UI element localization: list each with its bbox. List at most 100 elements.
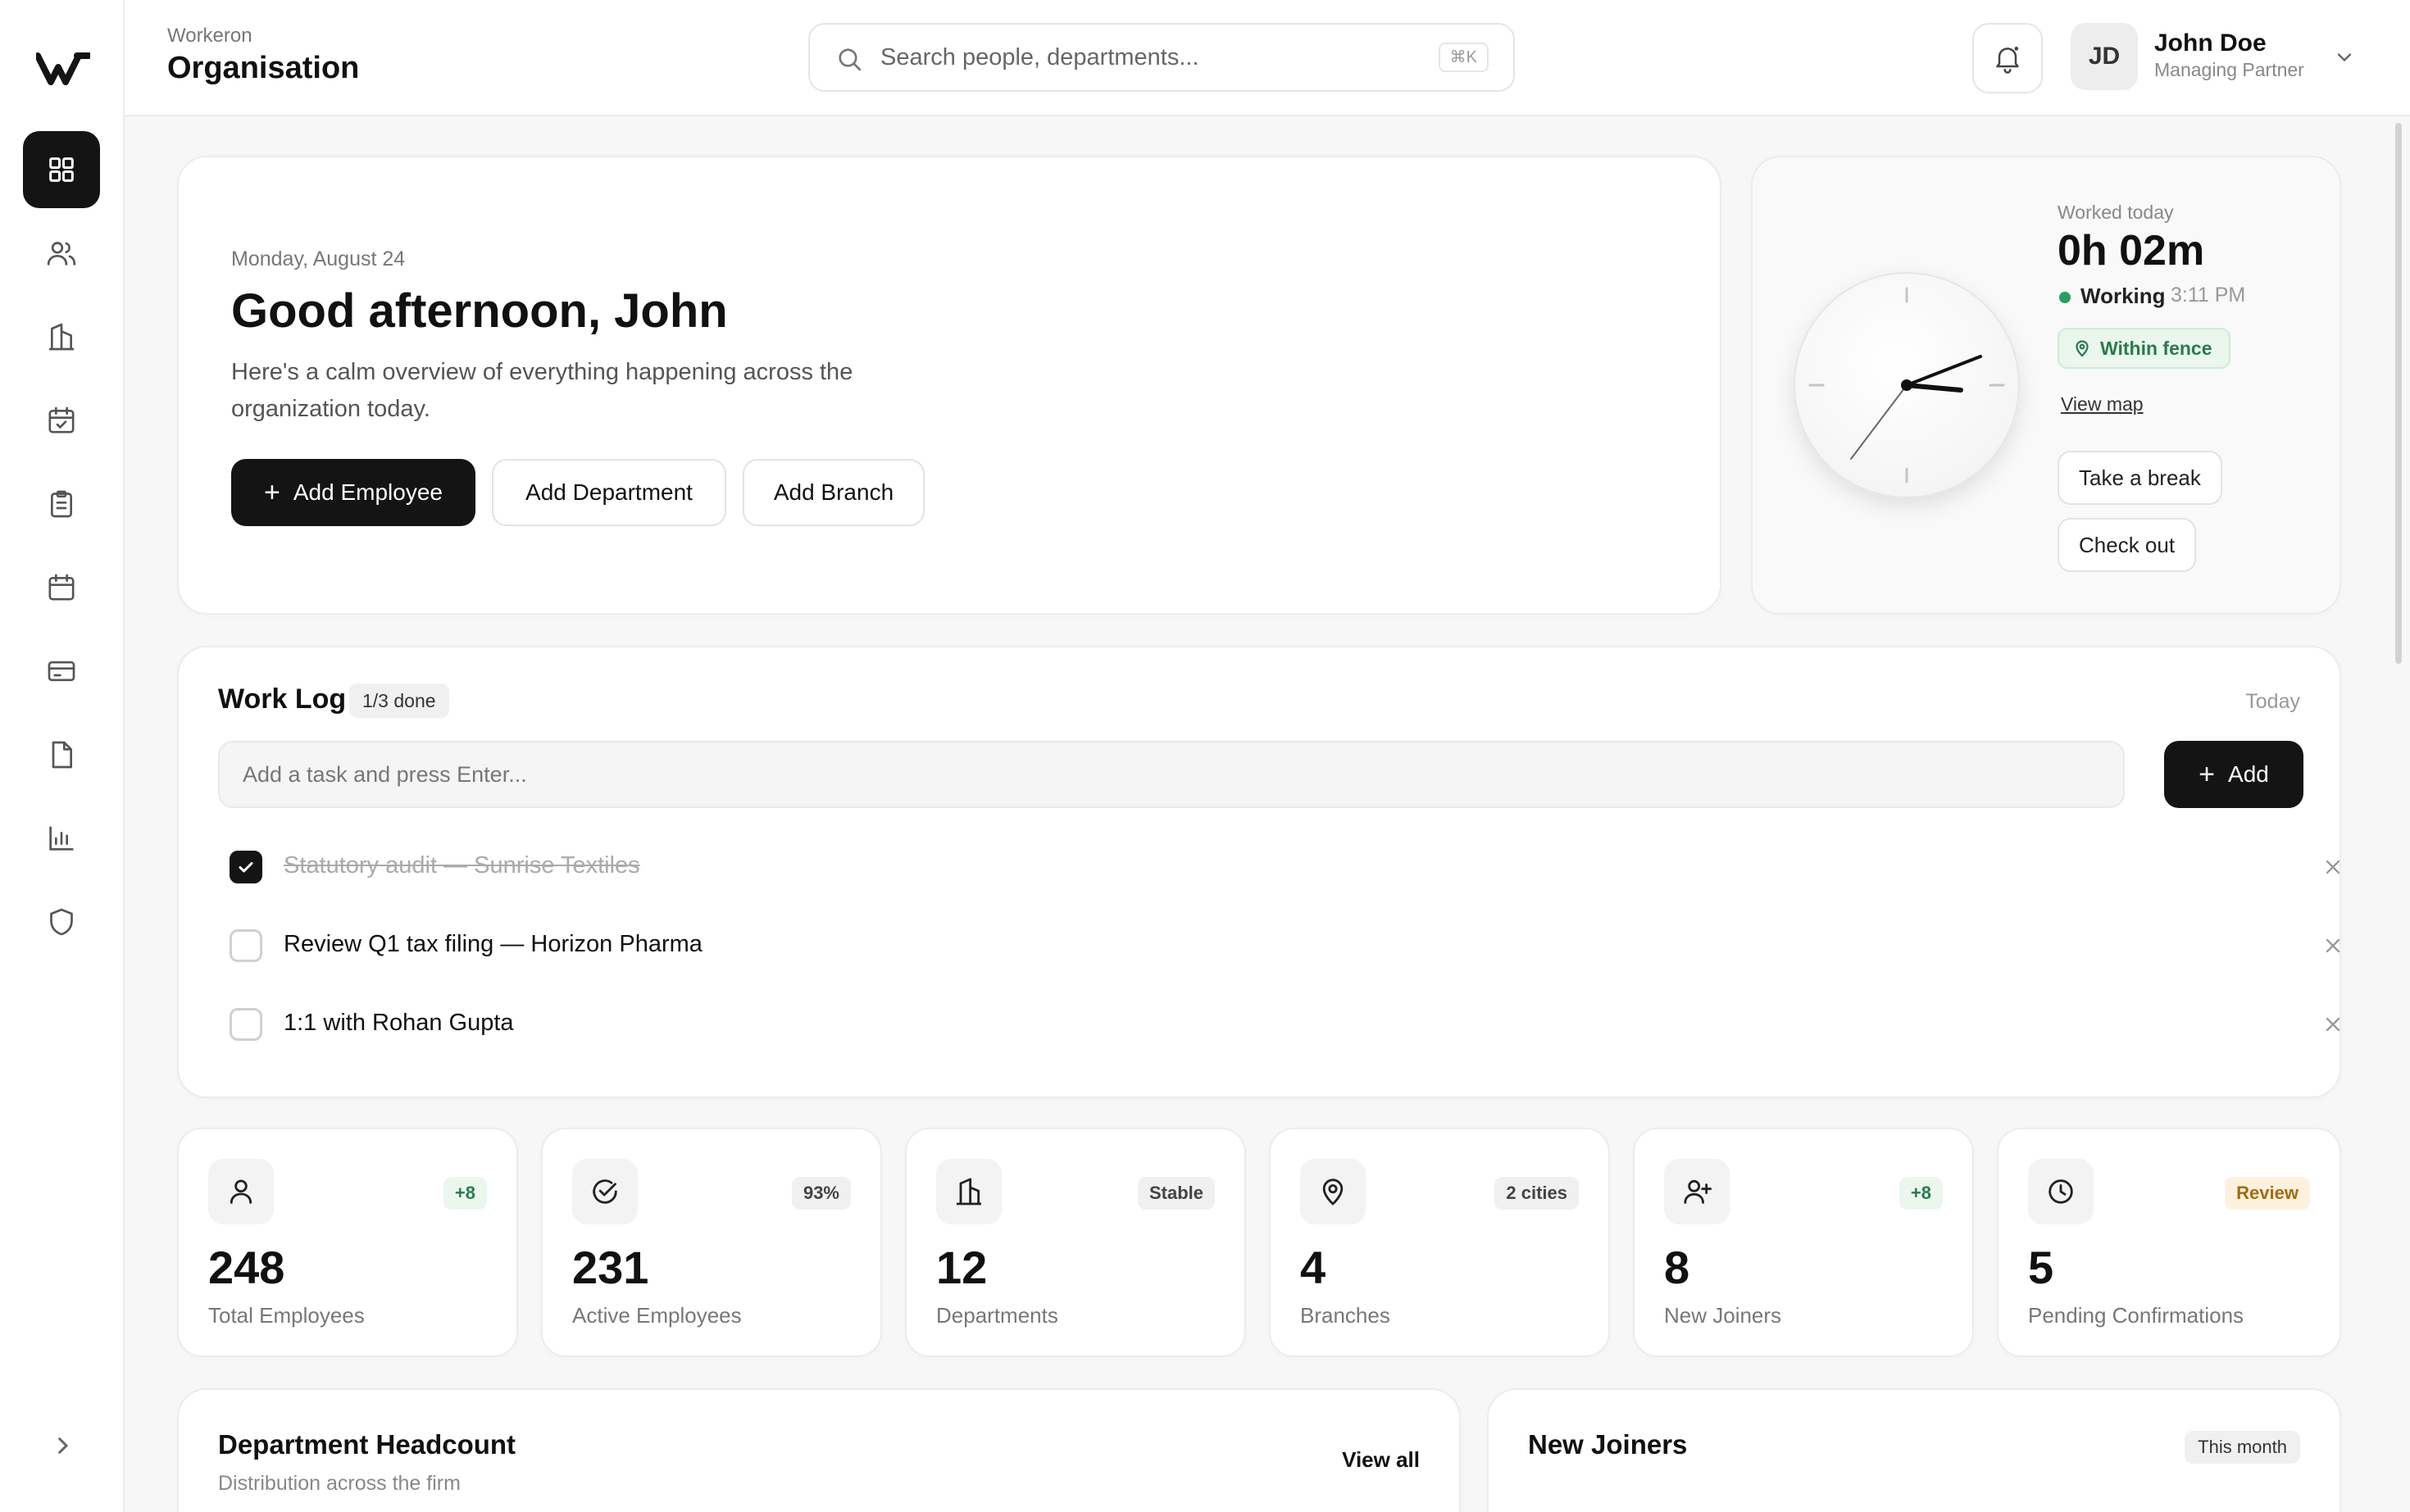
worked-today-label: Worked today (2058, 202, 2174, 223)
stat-value: 12 (936, 1242, 988, 1293)
stat-label: New Joiners (1664, 1303, 1782, 1328)
status-indicator (2059, 292, 2071, 303)
list-item: Review Q1 tax filing — Horizon Pharma (230, 921, 2340, 970)
users-icon (47, 242, 76, 266)
current-date: Monday, August 24 (231, 247, 406, 270)
stat-value: 248 (208, 1242, 285, 1293)
view-all-link[interactable]: View all (1342, 1447, 1420, 1473)
file-icon (52, 741, 72, 769)
stat-value: 4 (1300, 1242, 1326, 1293)
sidebar-item-departments[interactable] (23, 298, 100, 375)
search-input[interactable] (880, 38, 1405, 77)
sidebar-item-people[interactable] (23, 215, 100, 292)
clipboard-icon (51, 490, 72, 518)
stat-label: Branches (1300, 1303, 1390, 1328)
add-branch-label: Add Branch (773, 479, 894, 505)
take-break-button[interactable]: Take a break (2058, 451, 2222, 505)
department-headcount-title: Department Headcount (218, 1429, 516, 1460)
building-icon (49, 323, 74, 351)
add-task-label: Add (2228, 761, 2269, 787)
new-joiners-title: New Joiners (1528, 1429, 1688, 1460)
add-employee-label: Add Employee (293, 479, 443, 505)
close-icon[interactable] (2321, 1013, 2344, 1036)
stat-card-pending-confirmations[interactable]: Review 5 Pending Confirmations (1997, 1128, 2341, 1357)
sidebar-item-payroll[interactable] (23, 633, 100, 710)
greeting-title: Good afternoon, John (231, 284, 728, 338)
task-label: 1:1 with Rohan Gupta (284, 1010, 514, 1036)
user-icon (208, 1159, 274, 1224)
sidebar-item-documents[interactable] (23, 716, 100, 793)
greeting-description: Here's a calm overview of everything hap… (231, 359, 853, 422)
sidebar-item-calendar[interactable] (23, 549, 100, 626)
bar-chart-icon (49, 826, 74, 851)
page-title: Organisation (167, 51, 360, 85)
stat-card-new-joiners[interactable]: +8 8 New Joiners (1633, 1128, 1974, 1357)
brand-subtitle: Workeron (167, 25, 252, 47)
notifications-button[interactable] (1972, 23, 2043, 93)
calendar-icon (48, 574, 75, 601)
bell-icon (1996, 47, 2019, 74)
check-icon (239, 862, 253, 873)
add-task-button[interactable]: + Add (2164, 741, 2303, 808)
task-checkbox[interactable] (230, 1008, 262, 1041)
close-icon[interactable] (2321, 856, 2344, 879)
view-map-link[interactable]: View map (2061, 393, 2144, 415)
user-plus-icon (1664, 1159, 1730, 1224)
status-badge: Review (2225, 1177, 2310, 1210)
task-checkbox[interactable] (230, 929, 262, 962)
status-badge: 93% (791, 1177, 851, 1210)
time-tracking-card: Worked today 0h 02m Working 3:11 PM With… (1751, 156, 2341, 615)
stat-card-departments[interactable]: Stable 12 Departments (905, 1128, 1246, 1357)
stat-value: 5 (2028, 1242, 2054, 1293)
scrollbar-thumb[interactable] (2395, 123, 2402, 664)
work-log-progress-badge: 1/3 done (349, 683, 449, 718)
stat-card-branches[interactable]: 2 cities 4 Branches (1269, 1128, 1610, 1357)
department-headcount-card: Department Headcount Distribution across… (177, 1388, 1461, 1512)
avatar[interactable]: JD (2071, 23, 2138, 90)
workeron-logo[interactable] (36, 48, 90, 89)
stat-label: Pending Confirmations (2028, 1303, 2244, 1328)
sidebar-item-security[interactable] (23, 883, 100, 960)
work-log-card: Work Log 1/3 done Today + Add Statutory … (177, 646, 2341, 1098)
clock-icon (2028, 1159, 2094, 1224)
search-shortcut-hint: ⌘K (1438, 43, 1489, 72)
stat-label: Departments (936, 1303, 1058, 1328)
work-log-period: Today (2245, 690, 2300, 713)
status-badge: Stable (1137, 1177, 1215, 1210)
sidebar-item-dashboard[interactable] (23, 131, 100, 208)
user-role: Managing Partner (2154, 59, 2304, 80)
status-badge: +8 (443, 1177, 487, 1210)
status-badge: 2 cities (1494, 1177, 1579, 1210)
sidebar-expand-button[interactable] (46, 1429, 79, 1462)
search-bar[interactable]: ⌘K (808, 23, 1515, 92)
status-badge: +8 (1898, 1177, 1943, 1210)
calendar-check-icon (48, 406, 75, 434)
add-task-input[interactable] (218, 741, 2125, 808)
map-pin-icon (1300, 1159, 1366, 1224)
sidebar-item-reports[interactable] (23, 800, 100, 877)
add-branch-button[interactable]: Add Branch (743, 459, 925, 526)
check-out-button[interactable]: Check out (2058, 518, 2197, 572)
add-employee-button[interactable]: + Add Employee (231, 459, 475, 526)
list-item: 1:1 with Rohan Gupta (230, 1000, 2340, 1049)
sidebar-item-tasks[interactable] (23, 465, 100, 543)
chevron-down-icon[interactable] (2333, 46, 2356, 69)
map-pin-icon (2076, 340, 2089, 357)
work-log-title: Work Log (218, 683, 347, 715)
check-circle-icon (572, 1159, 638, 1224)
department-headcount-subtitle: Distribution across the firm (218, 1472, 461, 1495)
user-name[interactable]: John Doe (2154, 30, 2267, 57)
task-checkbox[interactable] (230, 851, 262, 883)
chevron-right-icon (58, 1437, 69, 1454)
new-joiners-card: New Joiners This month (1487, 1388, 2341, 1512)
stat-card-total-employees[interactable]: +8 248 Total Employees (177, 1128, 518, 1357)
add-department-button[interactable]: Add Department (492, 459, 726, 526)
sidebar-item-attendance[interactable] (23, 382, 100, 459)
credit-card-icon (48, 661, 75, 682)
stat-card-active-employees[interactable]: 93% 231 Active Employees (541, 1128, 882, 1357)
close-icon[interactable] (2321, 934, 2344, 957)
search-icon (834, 44, 864, 74)
add-department-label: Add Department (525, 479, 693, 505)
stat-label: Active Employees (572, 1303, 742, 1328)
period-badge[interactable]: This month (2185, 1431, 2300, 1464)
